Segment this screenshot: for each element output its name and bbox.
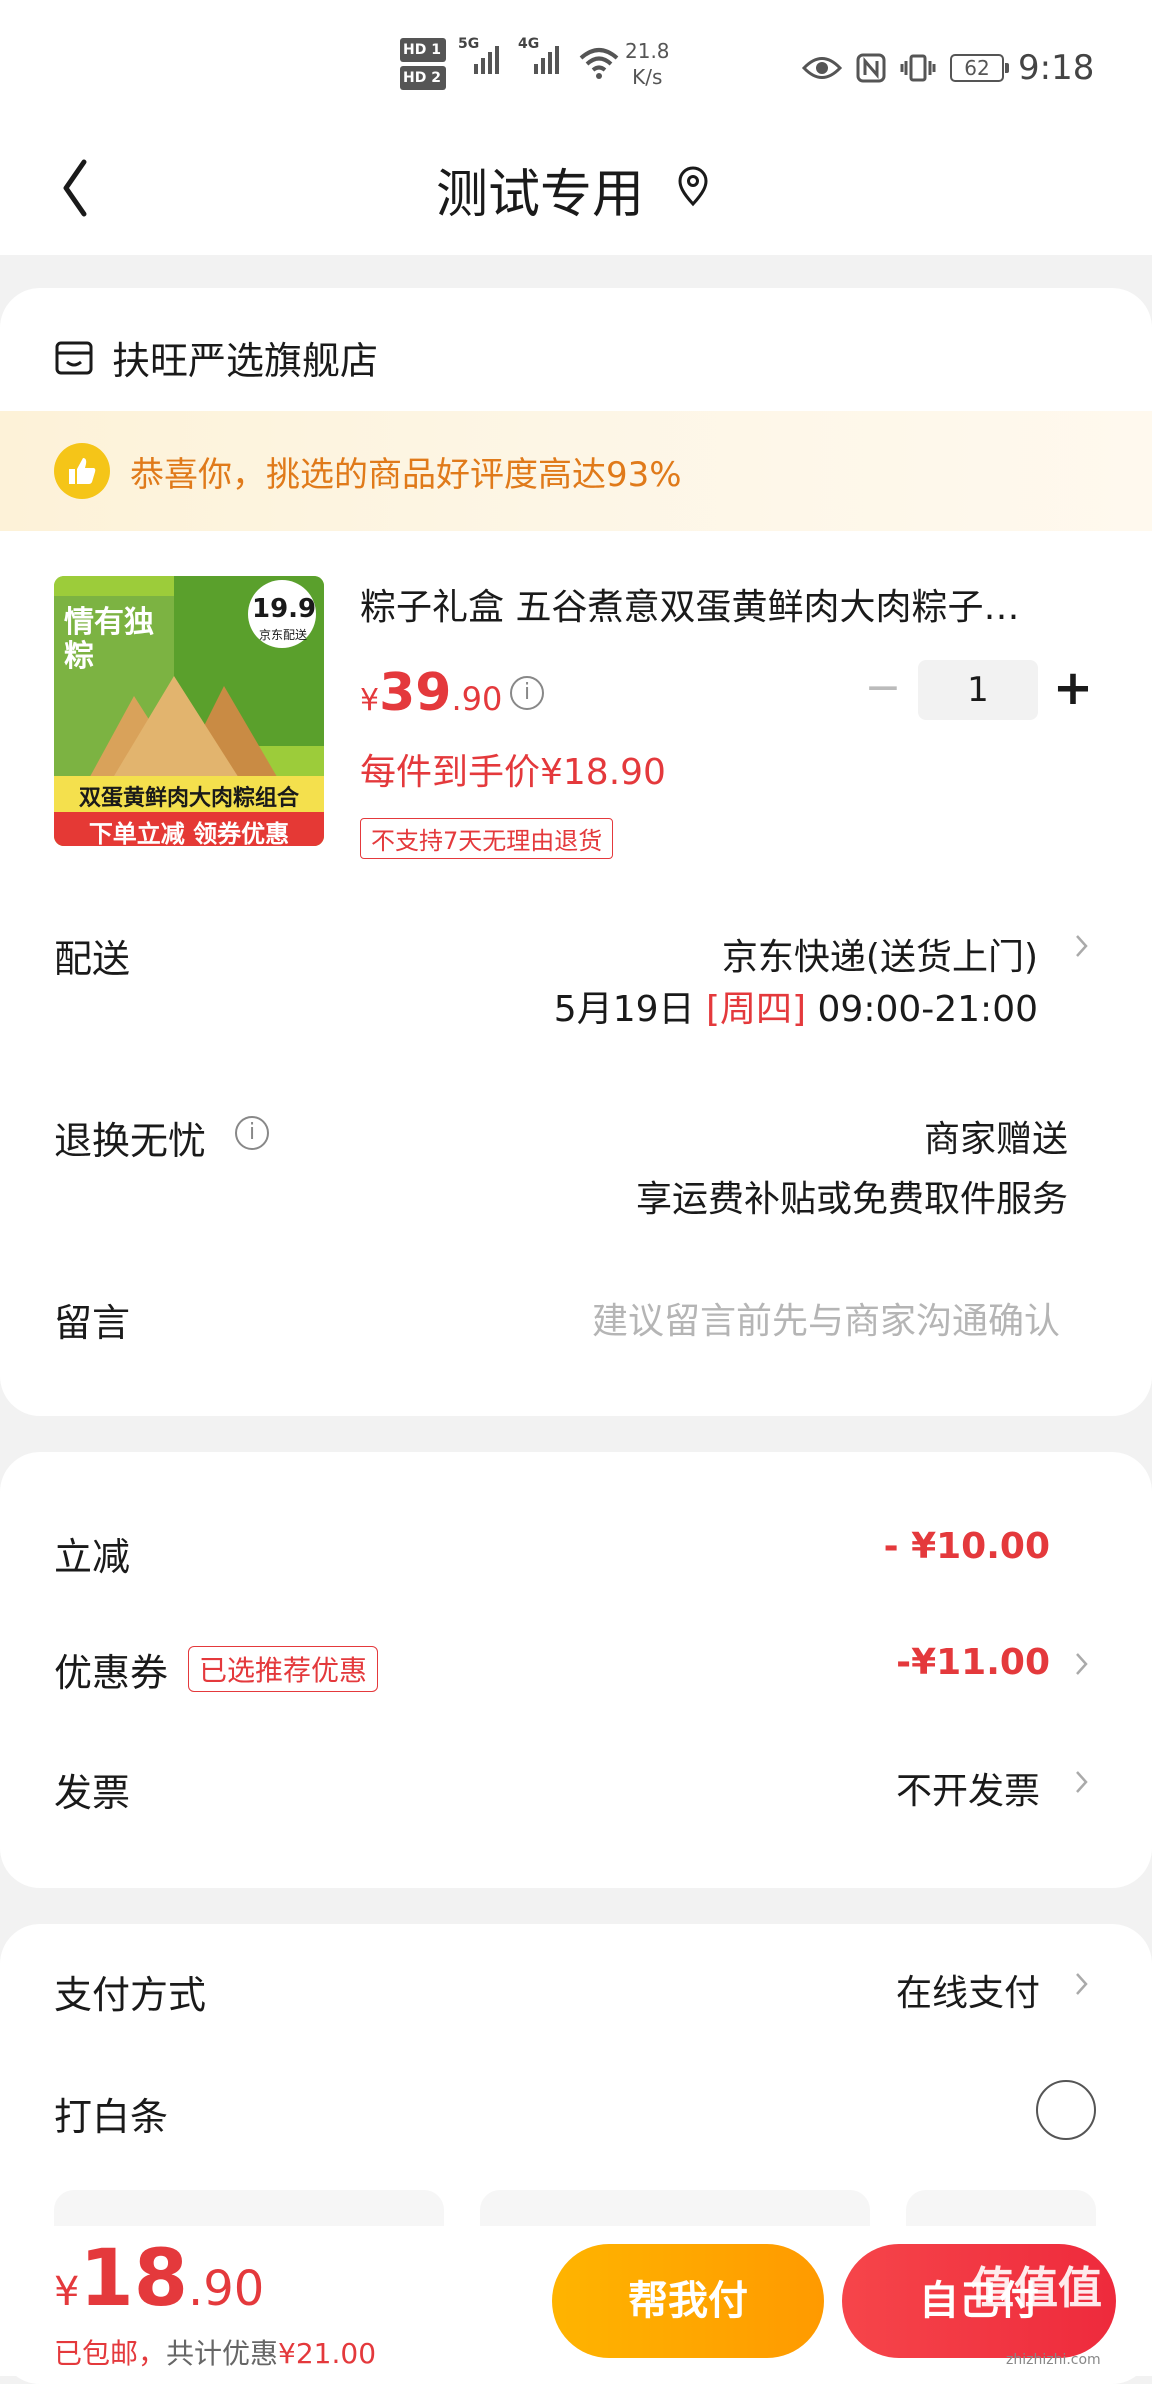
chevron-right-icon[interactable] — [1072, 1644, 1092, 1684]
hd2-badge: HD 2 — [400, 66, 446, 90]
signal-4g-icon: 4G — [518, 36, 559, 78]
coupon-value[interactable]: -¥11.00 — [896, 1642, 1050, 1683]
hd1-badge: HD 1 — [400, 38, 446, 62]
return-label: 退换无忧 — [54, 1119, 207, 1163]
location-pin-icon[interactable] — [676, 164, 710, 208]
chevron-right-icon[interactable] — [1072, 926, 1092, 966]
help-pay-button[interactable]: 帮我付 — [552, 2244, 824, 2358]
instant-discount-value: - ¥10.00 — [883, 1526, 1050, 1567]
hd-indicator: HD 1 HD 2 — [400, 38, 446, 94]
thumbs-up-icon — [54, 443, 110, 499]
store-row[interactable]: 扶旺严选旗舰店 — [54, 330, 378, 385]
quantity-stepper: − 1 + — [858, 660, 1098, 720]
watermark-logo: 值值值 — [970, 2263, 1102, 2314]
watermark-url: zhizhizhi.com — [1006, 2352, 1101, 2368]
nfc-icon — [856, 53, 886, 83]
unit-price: 每件到手价¥18.90 — [360, 752, 666, 793]
payment-method-label: 支付方式 — [54, 1973, 207, 2017]
invoice-value[interactable]: 不开发票 — [896, 1762, 1040, 1814]
baitiao-radio[interactable] — [1036, 2080, 1096, 2140]
savings-note: 已包邮，共计优惠¥21.00 — [54, 2337, 377, 2370]
message-label: 留言 — [54, 1301, 131, 1345]
delivery-method[interactable]: 京东快递(送货上门) — [722, 928, 1038, 980]
status-bar: HD 1 HD 2 5G 4G 21.8 K/s 62 9:18 — [0, 0, 1152, 130]
price-info-icon[interactable]: i — [510, 676, 544, 710]
signal-5g-icon: 5G — [458, 36, 499, 78]
delivery-label: 配送 — [54, 937, 131, 981]
increase-quantity-button[interactable]: + — [1048, 660, 1098, 720]
product-image[interactable]: 情有独粽 19.9 京东配送 双蛋黄鲜肉大肉粽组合 下单立减 领券优惠 — [54, 576, 324, 846]
rating-banner-text: 恭喜你，挑选的商品好评度高达93% — [130, 454, 682, 495]
header: 测试专用 — [0, 130, 1152, 255]
coupon-tag: 已选推荐优惠 — [188, 1646, 379, 1692]
product-price: ¥39.90 — [360, 663, 503, 723]
order-item-card: 扶旺严选旗舰店 恭喜你，挑选的商品好评度高达93% 情有独粽 19.9 京东配送… — [0, 288, 1152, 1416]
return-info-icon[interactable]: i — [235, 1116, 269, 1150]
total-price: ¥18.90 — [54, 2234, 265, 2324]
rating-banner: 恭喜你，挑选的商品好评度高达93% — [0, 411, 1152, 531]
delivery-time[interactable]: 5月19日 [周四] 09:00-21:00 — [554, 980, 1038, 1032]
no-return-tag: 不支持7天无理由退货 — [360, 818, 614, 859]
store-name: 扶旺严选旗舰店 — [112, 339, 379, 383]
vibrate-icon — [900, 54, 936, 82]
coupon-label: 优惠券 — [54, 1651, 169, 1695]
wifi-icon — [579, 48, 619, 79]
clock: 9:18 — [1018, 48, 1095, 88]
invoice-label: 发票 — [54, 1771, 131, 1815]
network-speed: 21.8 K/s — [625, 39, 670, 89]
payment-method-value[interactable]: 在线支付 — [896, 1964, 1040, 2016]
eye-icon — [802, 57, 842, 79]
battery-icon: 62 — [950, 54, 1009, 82]
message-input[interactable]: 建议留言前先与商家沟通确认 — [592, 1292, 1060, 1344]
baitiao-label: 打白条 — [54, 2095, 169, 2139]
return-line1: 商家赠送 — [923, 1119, 1068, 1160]
quantity-input[interactable]: 1 — [918, 660, 1038, 720]
decrease-quantity-button[interactable]: − — [858, 660, 908, 720]
store-icon — [55, 341, 93, 374]
chevron-right-icon[interactable] — [1072, 1762, 1092, 1802]
discount-card: 立减 - ¥10.00 优惠券 已选推荐优惠 -¥11.00 发票 不开发票 — [0, 1452, 1152, 1888]
instant-discount-label: 立减 — [54, 1535, 131, 1579]
chevron-right-icon[interactable] — [1072, 1964, 1092, 2004]
return-line2: 享运费补贴或免费取件服务 — [635, 1179, 1068, 1220]
page-title: 测试专用 — [435, 165, 644, 225]
product-title[interactable]: 粽子礼盒 五谷煮意双蛋黄鲜肉大肉粽子… — [360, 578, 1080, 630]
